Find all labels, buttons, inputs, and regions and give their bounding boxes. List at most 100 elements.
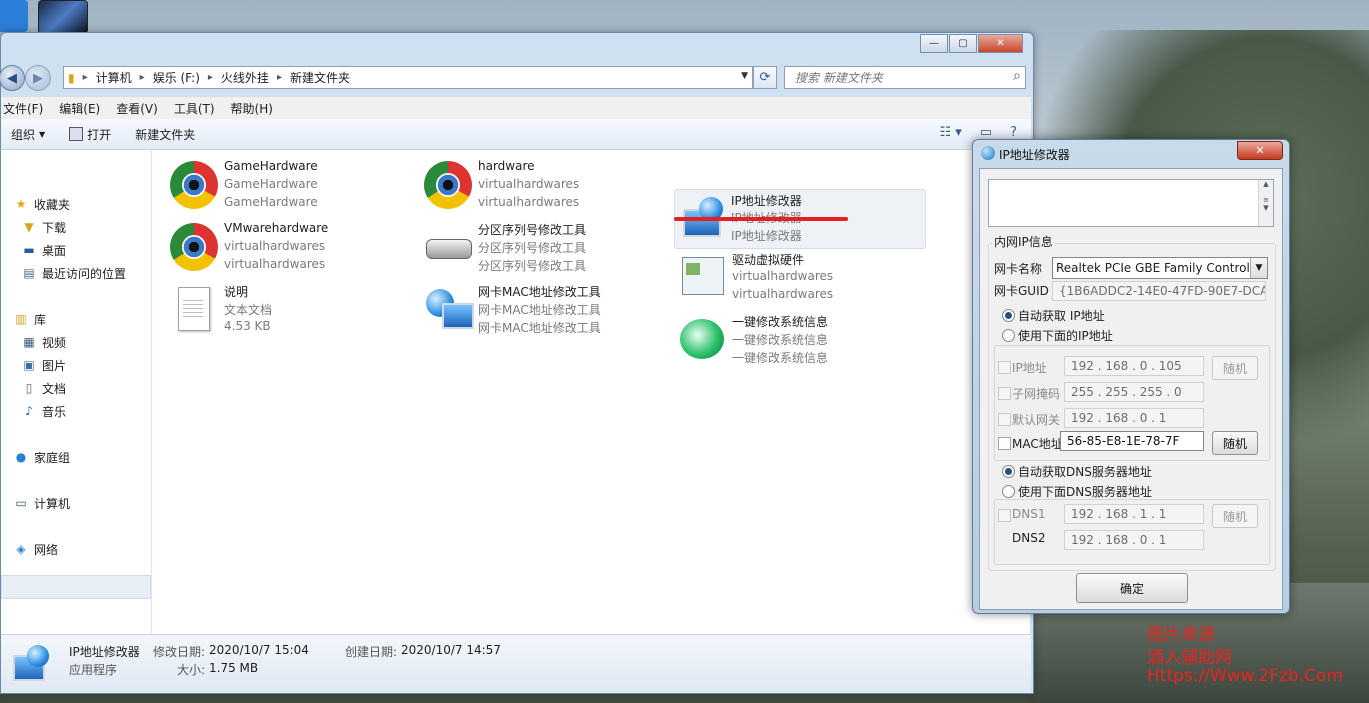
nav-desktop[interactable]: ▬ 桌面	[21, 240, 66, 260]
nic-select[interactable]: Realtek PCIe GBE Family Controller ▼	[1052, 257, 1268, 279]
navigation-pane: ★ 收藏夹 ▼ 下载 ▬ 桌面 ▤ 最近访问的位置 ▥ 库 ▦ 视频 ▣ 图片 …	[1, 150, 152, 634]
breadcrumb-current[interactable]: 新建文件夹	[290, 69, 350, 86]
explorer-window: — ▢ ✕ ◀ ▶ ▮ ▸ 计算机 ▸ 娱乐 (F:) ▸ 火线外挂 ▸ 新建文…	[0, 32, 1034, 694]
ip-input[interactable]: 192 . 168 . 0 . 105	[1064, 356, 1204, 376]
help-icon[interactable]: ?	[1010, 125, 1017, 140]
file-company: 网卡MAC地址修改工具	[478, 321, 601, 335]
nic-label: 网卡名称	[994, 262, 1043, 276]
file-item[interactable]: 分区序列号修改工具 分区序列号修改工具 分区序列号修改工具	[406, 220, 656, 278]
back-button[interactable]: ◀	[0, 65, 25, 91]
star-icon: ★	[15, 197, 27, 211]
refresh-button[interactable]: ⟳	[753, 66, 777, 89]
mask-checkbox[interactable]	[998, 387, 1011, 400]
file-desc: virtualhardwares	[478, 177, 580, 191]
dns1-checkbox[interactable]	[998, 509, 1011, 522]
details-type: 应用程序	[69, 663, 118, 677]
close-button[interactable]: ✕	[978, 34, 1023, 53]
dialog-close-button[interactable]: ✕	[1237, 141, 1283, 160]
mac-input[interactable]: 56-85-E8-1E-78-7F	[1060, 431, 1204, 451]
file-item[interactable]: 网卡MAC地址修改工具 网卡MAC地址修改工具 网卡MAC地址修改工具	[406, 282, 656, 340]
open-button[interactable]: 打开	[69, 126, 111, 143]
breadcrumb-drive[interactable]: 娱乐 (F:)	[153, 69, 200, 86]
nav-pictures[interactable]: ▣ 图片	[21, 355, 66, 375]
preview-pane-icon[interactable]: ▭	[980, 125, 992, 140]
search-icon[interactable]: ⌕	[1013, 68, 1021, 84]
nav-label: 网络	[34, 542, 59, 557]
file-desc: GameHardware	[224, 177, 318, 191]
nav-documents[interactable]: ▯ 文档	[21, 378, 66, 398]
search-input[interactable]	[793, 69, 997, 86]
ip-manual-label: 使用下面的IP地址	[1018, 329, 1113, 343]
minimize-button[interactable]: —	[920, 34, 948, 53]
search-box[interactable]: ⌕	[784, 66, 1026, 89]
log-textarea[interactable]: ▲ ≡ ▼	[988, 179, 1274, 227]
file-desc: 分区序列号修改工具	[478, 241, 587, 255]
eye-icon	[424, 161, 472, 209]
desktop-icon-blue[interactable]	[0, 0, 28, 32]
view-options-icon[interactable]: ☷ ▾	[939, 125, 961, 140]
nav-network[interactable]: ◈ 网络	[13, 539, 58, 559]
breadcrumb-computer[interactable]: 计算机	[96, 69, 132, 86]
file-item[interactable]: hardware virtualhardwares virtualhardwar…	[406, 158, 656, 216]
ip-label: IP地址	[1012, 361, 1047, 375]
new-folder-label: 新建文件夹	[135, 127, 196, 142]
menu-tools[interactable]: 工具(T)	[174, 100, 215, 117]
ok-button[interactable]: 确定	[1076, 573, 1188, 603]
organize-button[interactable]: 组织 ▼	[11, 126, 45, 143]
mac-random-button[interactable]: 随机	[1212, 431, 1258, 455]
nav-videos[interactable]: ▦ 视频	[21, 332, 66, 352]
gateway-input[interactable]: 192 . 168 . 0 . 1	[1064, 408, 1204, 428]
details-modified: 2020/10/7 15:04	[209, 643, 309, 657]
file-name: 说明	[224, 285, 249, 299]
dns-random-button[interactable]: 随机	[1212, 504, 1258, 528]
dns1-input[interactable]: 192 . 168 . 1 . 1	[1064, 504, 1204, 524]
nav-label: 计算机	[34, 496, 71, 511]
gateway-checkbox[interactable]	[998, 413, 1011, 426]
nav-downloads[interactable]: ▼ 下载	[21, 217, 66, 237]
nav-label: 视频	[42, 335, 67, 350]
file-item[interactable]: 说明 文本文档 4.53 KB	[152, 282, 402, 340]
dns-manual-radio[interactable]	[1002, 485, 1015, 498]
chevron-down-icon[interactable]: ▼	[741, 71, 748, 81]
forward-button[interactable]: ▶	[25, 65, 51, 91]
watermark-line-3: Https://Www.2Fzb.Com	[1147, 666, 1343, 686]
mask-input[interactable]: 255 . 255 . 255 . 0	[1064, 382, 1204, 402]
nav-label: 库	[34, 312, 47, 327]
file-name: 网卡MAC地址修改工具	[478, 285, 601, 299]
download-folder-icon: ▼	[24, 220, 34, 234]
file-item[interactable]: 驱动虚拟硬件 virtualhardwares virtualhardwares	[660, 250, 910, 308]
menu-view[interactable]: 查看(V)	[116, 100, 158, 117]
mac-checkbox[interactable]	[998, 437, 1011, 450]
nav-recent[interactable]: ▤ 最近访问的位置	[21, 263, 126, 283]
menu-edit[interactable]: 编辑(E)	[59, 100, 100, 117]
ip-manual-radio[interactable]	[1002, 329, 1015, 342]
file-item[interactable]: VMwarehardware virtualhardwares virtualh…	[152, 220, 402, 278]
menu-help[interactable]: 帮助(H)	[231, 100, 273, 117]
menu-file[interactable]: 文件(F)	[3, 100, 43, 117]
dns-auto-radio[interactable]	[1002, 465, 1015, 478]
mask-label: 子网掩码	[1012, 387, 1061, 401]
file-item[interactable]: GameHardware GameHardware GameHardware	[152, 158, 402, 216]
nav-music[interactable]: ♪ 音乐	[21, 401, 66, 421]
breadcrumb-folder[interactable]: 火线外挂	[221, 69, 269, 86]
breadcrumb-separator: ▸	[139, 72, 145, 83]
scrollbar[interactable]: ▲ ≡ ▼	[1258, 180, 1273, 226]
ip-random-button[interactable]: 随机	[1212, 356, 1258, 380]
nav-homegroup[interactable]: ● 家庭组	[13, 447, 70, 467]
ip-auto-radio[interactable]	[1002, 309, 1015, 322]
desktop-icon-game[interactable]	[38, 0, 88, 34]
nav-libraries[interactable]: ▥ 库	[13, 309, 46, 329]
dns2-input[interactable]: 192 . 168 . 0 . 1	[1064, 530, 1204, 550]
file-item[interactable]: 一键修改系统信息 一键修改系统信息 一键修改系统信息	[660, 312, 910, 370]
view-controls: ☷ ▾ ▭ ?	[939, 125, 1017, 140]
new-folder-button[interactable]: 新建文件夹	[135, 126, 195, 143]
address-bar[interactable]: ▮ ▸ 计算机 ▸ 娱乐 (F:) ▸ 火线外挂 ▸ 新建文件夹 ▼	[63, 66, 753, 89]
chevron-down-icon: ▼	[1250, 258, 1267, 278]
ip-checkbox[interactable]	[998, 361, 1011, 374]
file-name: 一键修改系统信息	[732, 315, 829, 329]
maximize-button[interactable]: ▢	[949, 34, 977, 53]
file-desc: 一键修改系统信息	[732, 333, 829, 347]
dns1-label: DNS1	[1012, 507, 1046, 521]
nav-computer[interactable]: ▭ 计算机	[13, 493, 70, 513]
nav-favorites[interactable]: ★ 收藏夹	[13, 194, 70, 214]
